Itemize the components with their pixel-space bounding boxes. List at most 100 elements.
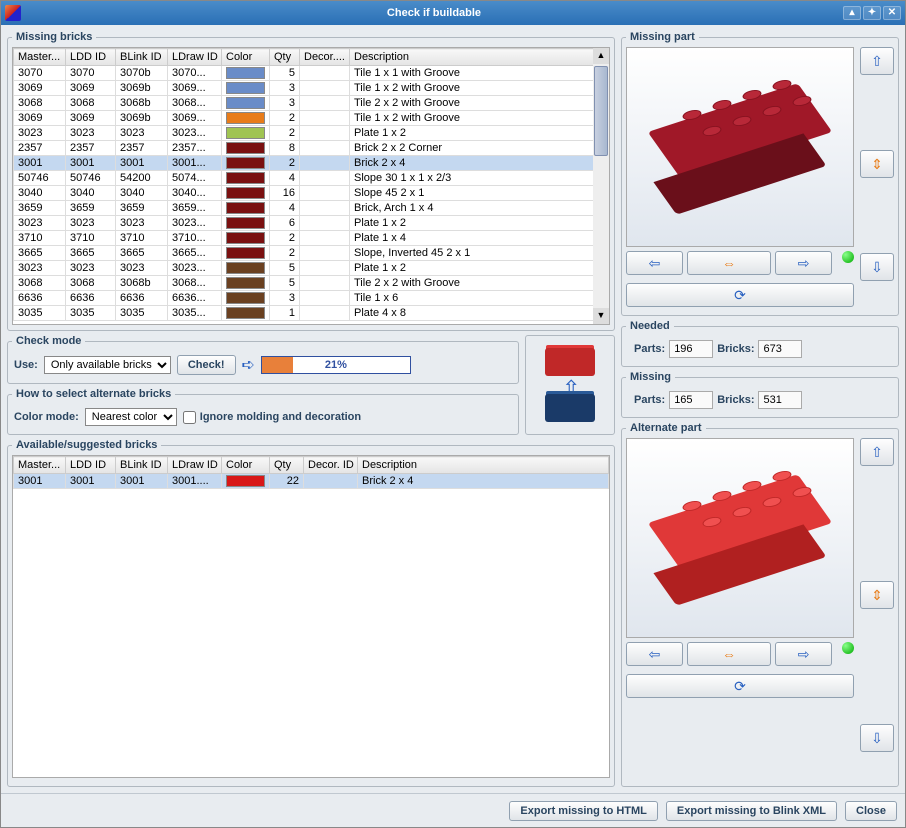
table-row[interactable]: 3023302330233023...6Plate 1 x 2 [14, 216, 609, 231]
ignore-molding-checkbox[interactable] [183, 411, 196, 424]
alt-rotate-vert-button[interactable]: ⇕ [860, 581, 894, 609]
color-swatch [226, 142, 265, 154]
needed-parts-label: Parts: [634, 343, 665, 355]
table-row[interactable]: 306930693069b3069...3Tile 1 x 2 with Gro… [14, 81, 609, 96]
color-swatch [226, 82, 265, 94]
close-button[interactable]: Close [845, 801, 897, 821]
table-row[interactable]: 306930693069b3069...2Tile 1 x 2 with Gro… [14, 111, 609, 126]
table-row[interactable]: 3001300130013001....22Brick 2 x 4 [14, 474, 609, 489]
color-swatch [226, 277, 265, 289]
alternate-part-brick [665, 493, 815, 583]
rotate-up-button[interactable]: ⇧ [860, 47, 894, 75]
column-header[interactable]: Decor. ID [304, 457, 358, 474]
minimize-icon[interactable]: ▴ [843, 6, 861, 20]
color-mode-select[interactable]: Nearest color [85, 408, 177, 426]
alt-reset-view-button[interactable]: ⟳ [626, 674, 854, 698]
titlebar[interactable]: Check if buildable ▴ ✦ ✕ [1, 1, 905, 25]
alternate-select-panel: How to select alternate bricks Color mod… [7, 388, 519, 435]
check-progress: 21% [261, 356, 411, 374]
column-header[interactable]: Master... [14, 49, 66, 66]
color-swatch [226, 475, 265, 487]
needed-parts-value: 196 [669, 340, 713, 358]
column-header[interactable]: Description [350, 49, 609, 66]
table-row[interactable]: 3659365936593659...4Brick, Arch 1 x 4 [14, 201, 609, 216]
table-row[interactable]: 3001300130013001...2Brick 2 x 4 [14, 156, 609, 171]
export-html-button[interactable]: Export missing to HTML [509, 801, 658, 821]
column-header[interactable]: LDraw ID [168, 457, 222, 474]
missing-parts-label: Parts: [634, 394, 665, 406]
table-row[interactable]: 2357235723572357...8Brick 2 x 2 Corner [14, 141, 609, 156]
scroll-thumb[interactable] [594, 66, 608, 156]
ignore-molding-label[interactable]: Ignore molding and decoration [200, 411, 361, 423]
table-row[interactable]: 306830683068b3068...5Tile 2 x 2 with Gro… [14, 276, 609, 291]
column-header[interactable]: Qty [270, 457, 304, 474]
missing-bricks-table[interactable]: Master...LDD IDBLink IDLDraw IDColorQtyD… [13, 48, 609, 321]
swap-button[interactable]: ⇧ [525, 335, 615, 435]
table-row[interactable]: 307030703070b3070...5Tile 1 x 1 with Gro… [14, 66, 609, 81]
app-icon [5, 5, 21, 21]
table-row[interactable]: 3023302330233023...5Plate 1 x 2 [14, 261, 609, 276]
table-row[interactable]: 6636663666366636...3Tile 1 x 6 [14, 291, 609, 306]
missing-bricks-legend: Missing bricks [12, 31, 96, 43]
missing-part-panel: Missing part ⇧ ⇕ ⇩ ⇦ ⇔ ⇨ [621, 31, 899, 316]
check-mode-legend: Check mode [12, 335, 85, 347]
alt-rotate-horiz-button[interactable]: ⇔ [687, 642, 771, 666]
color-swatch [226, 97, 265, 109]
missing-part-view[interactable] [626, 47, 854, 247]
alt-status-dot [842, 642, 854, 654]
column-header[interactable]: Color [222, 457, 270, 474]
scroll-up-icon[interactable]: ▲ [593, 48, 609, 64]
alternate-part-view[interactable] [626, 438, 854, 638]
missing-bricks-panel: Missing bricks Master...LDD IDBLink IDLD… [7, 31, 615, 331]
footer: Export missing to HTML Export missing to… [1, 793, 905, 827]
column-header[interactable]: BLink ID [116, 457, 168, 474]
needed-legend: Needed [626, 320, 674, 332]
alternate-part-legend: Alternate part [626, 422, 706, 434]
rotate-down-button[interactable]: ⇩ [860, 253, 894, 281]
column-header[interactable]: LDD ID [66, 457, 116, 474]
check-button[interactable]: Check! [177, 355, 236, 375]
missing-bricks-value: 531 [758, 391, 802, 409]
column-header[interactable]: LDD ID [66, 49, 116, 66]
available-bricks-table[interactable]: Master...LDD IDBLink IDLDraw IDColorQtyD… [13, 456, 609, 489]
table-row[interactable]: 3710371037103710...2Plate 1 x 4 [14, 231, 609, 246]
alt-rotate-up-button[interactable]: ⇧ [860, 438, 894, 466]
column-header[interactable]: Description [358, 457, 609, 474]
color-mode-label: Color mode: [14, 411, 79, 423]
rotate-vert-button[interactable]: ⇕ [860, 150, 894, 178]
missing-bricks-label: Bricks: [717, 394, 754, 406]
column-header[interactable]: Qty [270, 49, 300, 66]
alt-rotate-left-button[interactable]: ⇦ [626, 642, 683, 666]
alt-rotate-down-button[interactable]: ⇩ [860, 724, 894, 752]
rotate-horiz-button[interactable]: ⇔ [687, 251, 771, 275]
alt-rotate-right-button[interactable]: ⇨ [775, 642, 832, 666]
column-header[interactable]: LDraw ID [168, 49, 222, 66]
use-select[interactable]: Only available bricks [44, 356, 171, 374]
needed-panel: Needed Parts: 196 Bricks: 673 [621, 320, 899, 367]
export-xml-button[interactable]: Export missing to Blink XML [666, 801, 837, 821]
scrollbar[interactable]: ▲ ▼ [593, 48, 609, 324]
arrow-right-icon: ➪ [242, 355, 255, 375]
column-header[interactable]: Decor.... [300, 49, 350, 66]
table-row[interactable]: 3665366536653665...2Slope, Inverted 45 2… [14, 246, 609, 261]
available-bricks-panel: Available/suggested bricks Master...LDD … [7, 439, 615, 787]
rotate-left-button[interactable]: ⇦ [626, 251, 683, 275]
column-header[interactable]: Color [222, 49, 270, 66]
maximize-icon[interactable]: ✦ [863, 6, 881, 20]
scroll-down-icon[interactable]: ▼ [593, 308, 609, 324]
table-row[interactable]: 306830683068b3068...3Tile 2 x 2 with Gro… [14, 96, 609, 111]
color-swatch [226, 157, 265, 169]
column-header[interactable]: BLink ID [116, 49, 168, 66]
color-swatch [226, 217, 265, 229]
table-row[interactable]: 3040304030403040...16Slope 45 2 x 1 [14, 186, 609, 201]
rotate-right-button[interactable]: ⇨ [775, 251, 832, 275]
column-header[interactable]: Master... [14, 457, 66, 474]
close-icon[interactable]: ✕ [883, 6, 901, 20]
table-row[interactable]: 3023302330233023...2Plate 1 x 2 [14, 126, 609, 141]
table-row[interactable]: 5074650746542005074...4Slope 30 1 x 1 x … [14, 171, 609, 186]
window-title: Check if buildable [25, 7, 843, 19]
table-row[interactable]: 3035303530353035...1Plate 4 x 8 [14, 306, 609, 321]
color-swatch [226, 232, 265, 244]
reset-view-button[interactable]: ⟳ [626, 283, 854, 307]
color-swatch [226, 127, 265, 139]
